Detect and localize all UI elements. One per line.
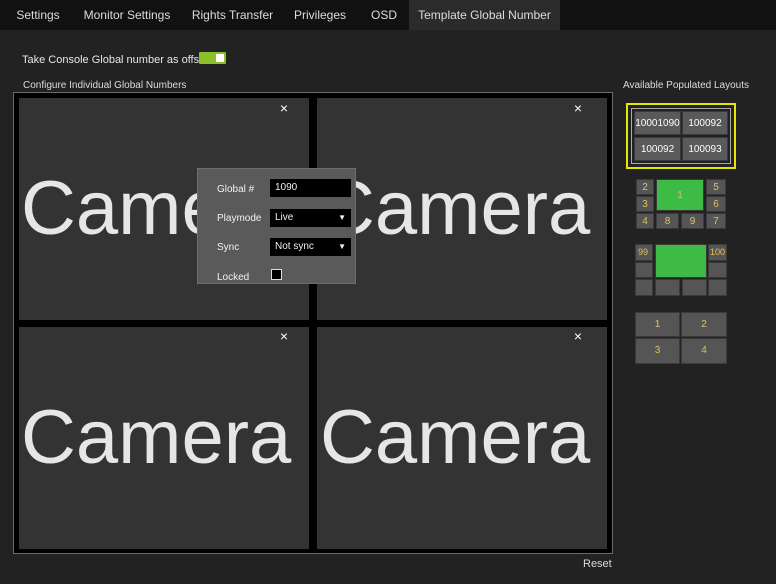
layout-cell-main: 1 xyxy=(656,179,704,211)
layout-cell: 6 xyxy=(706,196,726,212)
layout-cell: 9 xyxy=(681,213,704,229)
configure-label: Configure Individual Global Numbers xyxy=(23,80,187,91)
close-icon[interactable]: × xyxy=(277,329,291,343)
camera-pane-3[interactable]: Camera × xyxy=(19,327,309,549)
layout-thumb-2x2-selected[interactable]: 10001090 100092 100092 100093 xyxy=(626,103,736,169)
layout-cell xyxy=(708,262,727,278)
global-number-input[interactable]: 1090 xyxy=(270,179,351,197)
layout-thumb-inner: 10001090 100092 100092 100093 xyxy=(631,108,731,164)
sync-select[interactable]: Not sync ▼ xyxy=(270,238,351,256)
playmode-label: Playmode xyxy=(217,213,262,224)
layout-cell: 100 xyxy=(708,244,727,261)
layout-thumb-2plus[interactable]: 99 100 xyxy=(635,244,727,296)
layout-thumb-1plus8[interactable]: 2 1 5 3 6 4 8 9 7 xyxy=(636,179,726,229)
layout-cell: 4 xyxy=(681,338,727,364)
layout-cell: 7 xyxy=(706,213,726,229)
layout-cell xyxy=(635,262,653,278)
tab-osd[interactable]: OSD xyxy=(361,0,407,30)
sync-label: Sync xyxy=(217,242,240,253)
tab-rights-transfer[interactable]: Rights Transfer xyxy=(188,0,277,30)
locked-label: Locked xyxy=(217,272,250,283)
offset-label: Take Console Global number as offset xyxy=(22,54,209,66)
layout-thumb-2x2[interactable]: 1 2 3 4 xyxy=(635,312,727,364)
camera-label: Camera xyxy=(21,395,292,480)
layout-cell: 100093 xyxy=(682,137,728,161)
toggle-knob xyxy=(216,54,224,62)
tab-settings[interactable]: Settings xyxy=(6,0,70,30)
available-layouts-label: Available Populated Layouts xyxy=(623,80,750,91)
tab-monitor-settings[interactable]: Monitor Settings xyxy=(77,0,177,30)
layout-cell: 8 xyxy=(656,213,679,229)
pane-settings-popup: Global # 1090 Playmode Live ▼ Sync Not s… xyxy=(197,168,356,284)
close-icon[interactable]: × xyxy=(571,329,585,343)
playmode-value: Live xyxy=(275,212,294,223)
layout-cell: 2 xyxy=(636,179,654,195)
layout-cell: 2 xyxy=(681,312,727,337)
layout-cell: 4 xyxy=(636,213,654,229)
layout-cell: 3 xyxy=(635,338,680,364)
layout-cell-main xyxy=(655,244,707,278)
chevron-down-icon: ▼ xyxy=(338,213,346,222)
camera-pane-4[interactable]: Camera × xyxy=(317,327,607,549)
tab-bar: Settings Monitor Settings Rights Transfe… xyxy=(0,0,776,30)
layout-cell xyxy=(708,279,727,296)
global-number-label: Global # xyxy=(217,184,255,195)
layout-cell: 10001090 xyxy=(634,111,681,135)
layout-cell: 3 xyxy=(636,196,654,212)
layout-cell: 99 xyxy=(635,244,653,261)
tab-privileges[interactable]: Privileges xyxy=(288,0,352,30)
playmode-select[interactable]: Live ▼ xyxy=(270,209,351,227)
layout-cell: 1 xyxy=(635,312,680,337)
tab-template-global-number[interactable]: Template Global Number xyxy=(409,0,560,30)
chevron-down-icon: ▼ xyxy=(338,242,346,251)
close-icon[interactable]: × xyxy=(277,101,291,115)
layout-cell xyxy=(635,279,653,296)
layout-cell xyxy=(655,279,680,296)
viewer-grid: Camera × Camera × Camera × Camera × xyxy=(13,92,613,554)
layout-cell: 100092 xyxy=(634,137,681,161)
sync-value: Not sync xyxy=(275,241,314,252)
offset-toggle[interactable] xyxy=(199,52,226,64)
close-icon[interactable]: × xyxy=(571,101,585,115)
layout-cell: 5 xyxy=(706,179,726,195)
layout-cell: 100092 xyxy=(682,111,728,135)
camera-label: Camera xyxy=(320,166,591,251)
reset-button[interactable]: Reset xyxy=(583,558,612,570)
camera-pane-2[interactable]: Camera × xyxy=(317,98,607,320)
camera-label: Camera xyxy=(320,395,591,480)
layout-cell xyxy=(682,279,707,296)
locked-checkbox[interactable] xyxy=(271,269,282,280)
